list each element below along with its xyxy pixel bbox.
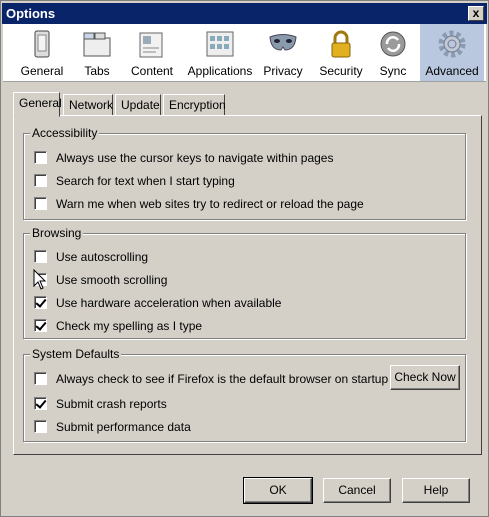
pane-label: Sync [379,64,407,78]
pane-label: Applications [187,64,253,78]
privacy-mask-icon [269,34,297,51]
window-title: Options [6,6,56,21]
gear-icon [438,30,466,58]
checkbox[interactable] [34,296,47,309]
checkbox[interactable] [34,151,47,164]
pane-label: General [20,64,64,78]
pane-label: Tabs [84,64,110,78]
option-label: Always check to see if Firefox is the de… [56,372,389,386]
tab-panel: Accessibility Always use the cursor keys… [13,115,482,455]
lock-icon [331,30,351,58]
mouse-cursor-icon [33,269,47,290]
pane-sync[interactable]: Sync [373,24,413,81]
option-label: Warn me when web sites try to redirect o… [56,197,364,211]
pane-security[interactable]: Security [313,24,369,81]
checkbox[interactable] [34,250,47,263]
tab-encryption[interactable]: Encryption [163,94,226,116]
pane-privacy[interactable]: Privacy [259,24,307,81]
option-label: Check my spelling as I type [56,319,203,333]
checkbox[interactable] [34,372,47,385]
sync-icon [380,31,406,57]
tab-update[interactable]: Update [115,94,161,116]
pane-label: Privacy [263,64,303,78]
checkbox[interactable] [34,174,47,187]
close-button[interactable]: x [468,6,484,21]
checkbox[interactable] [34,319,47,332]
pane-label: Advanced [425,64,479,78]
option-label: Submit performance data [56,420,191,434]
general-icon [34,30,50,58]
tab-network[interactable]: Network [63,94,113,116]
option-label: Always use the cursor keys to navigate w… [56,151,334,165]
content-icon [139,32,163,58]
checkbox[interactable] [34,420,47,433]
cancel-button[interactable]: Cancel [323,478,391,503]
pane-label: Content [130,64,174,78]
checkbox[interactable] [34,397,47,410]
close-icon: x [472,6,480,20]
pane-label: Security [319,64,363,78]
group-title: Accessibility [30,126,100,140]
check-now-button[interactable]: Check Now [390,365,460,390]
pane-toolbar: General Tabs Content Applications Privac… [3,24,486,82]
option-label: Use autoscrolling [56,250,149,264]
pane-advanced[interactable]: Advanced [420,24,484,81]
system-defaults-group: System Defaults Always check to see if F… [23,347,466,442]
option-label: Submit crash reports [56,397,167,411]
pane-tabs[interactable]: Tabs [73,24,121,81]
group-title: Browsing [30,226,84,240]
option-label: Use smooth scrolling [56,273,168,287]
checkbox[interactable] [34,197,47,210]
option-label: Use hardware acceleration when available [56,296,282,310]
pane-general[interactable]: General [11,24,73,81]
browsing-group: Browsing Use autoscrolling Use smooth sc… [23,226,466,339]
help-button[interactable]: Help [402,478,470,503]
option-label: Search for text when I start typing [56,174,235,188]
group-title: System Defaults [30,347,122,361]
pane-content[interactable]: Content [123,24,181,81]
options-window: Options x General Tabs Content Applicati… [0,0,489,517]
accessibility-group: Accessibility Always use the cursor keys… [23,126,466,220]
tabs-icon [83,32,111,57]
title-bar[interactable]: Options x [2,3,487,24]
ok-button[interactable]: OK [243,477,313,504]
pane-applications[interactable]: Applications [185,24,255,81]
applications-icon [206,31,234,57]
tab-general[interactable]: General [13,92,62,117]
